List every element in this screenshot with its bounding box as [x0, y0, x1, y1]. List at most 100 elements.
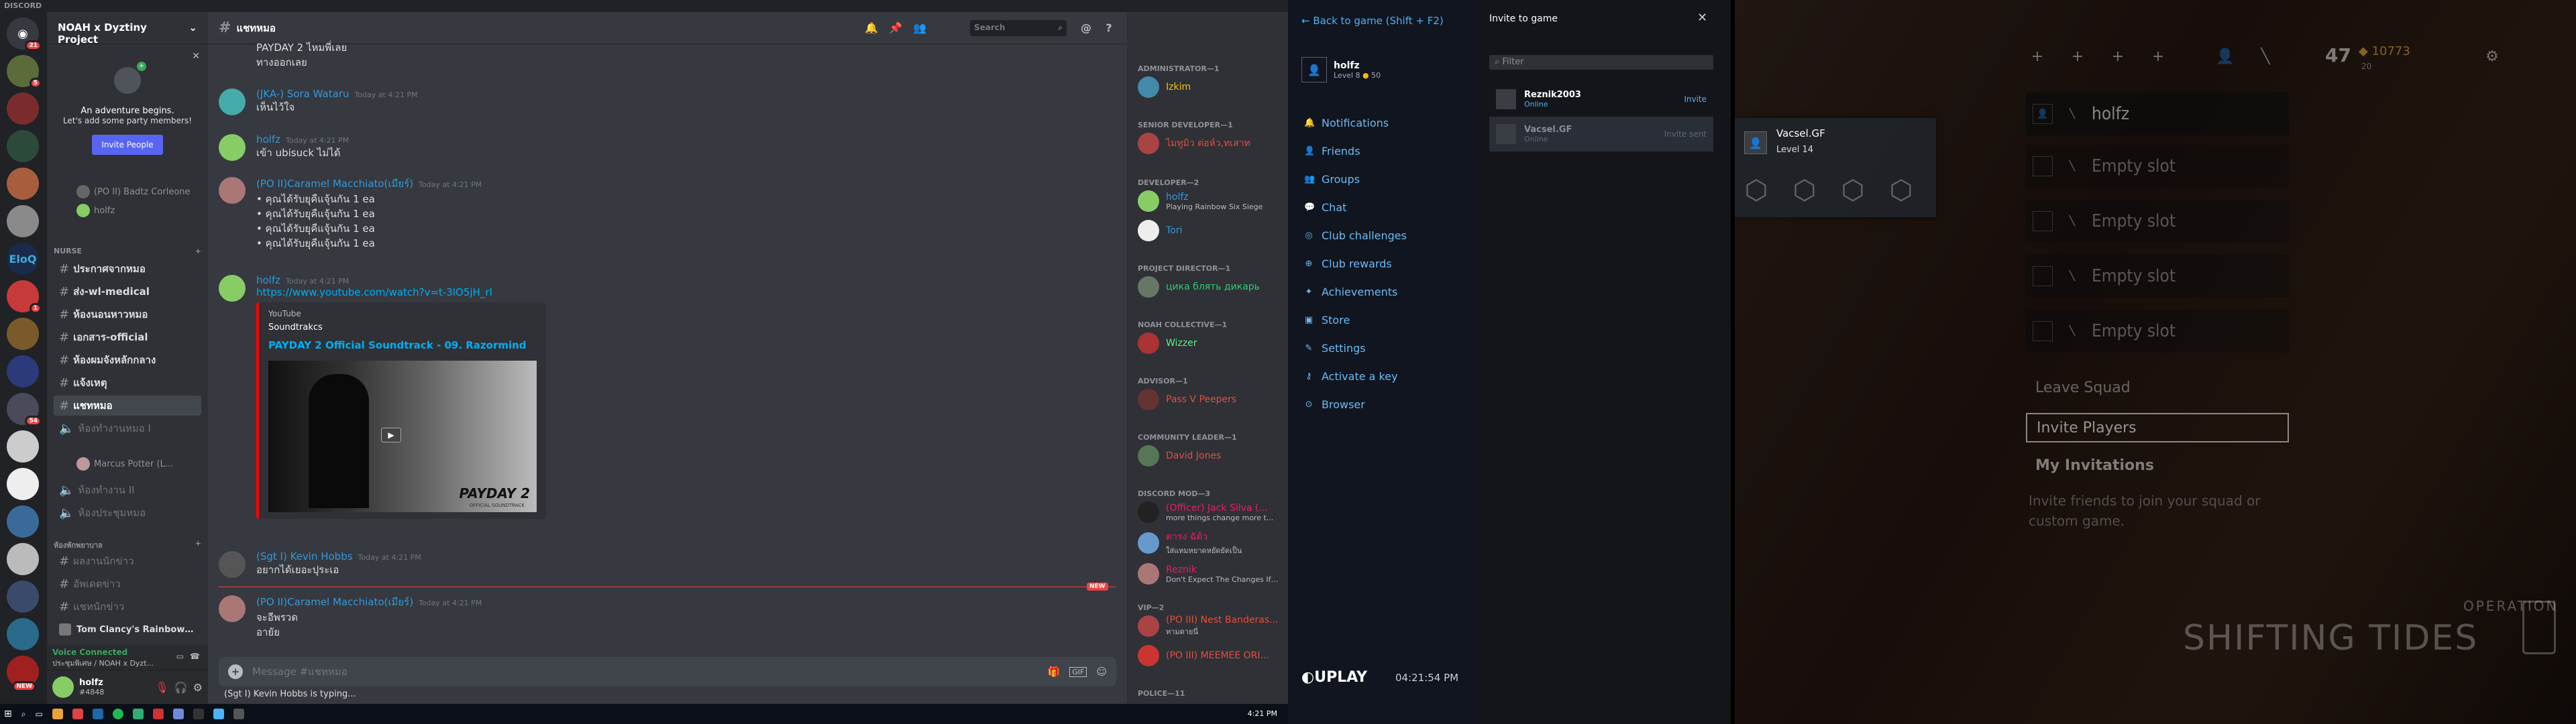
channel-item[interactable]: # ประกาศจากหมอ — [54, 259, 201, 279]
gift-icon[interactable]: 🎁 — [1048, 666, 1061, 678]
member-item[interactable]: Tori — [1138, 217, 1283, 244]
discord-icon[interactable] — [172, 709, 184, 719]
menu-activate-key[interactable]: ⚷ Activate a key — [1304, 370, 1397, 383]
members-icon[interactable]: 👥 — [912, 21, 927, 36]
plus-icon[interactable]: + — [2148, 47, 2168, 67]
gif-icon[interactable]: GIF — [1069, 666, 1087, 677]
emoji-icon[interactable]: ☺ — [1096, 666, 1107, 678]
taskbar-clock[interactable]: 4:21 PM — [1248, 709, 1277, 718]
server-icon[interactable] — [7, 168, 39, 200]
help-icon[interactable]: ? — [1102, 21, 1116, 36]
search-input[interactable]: Search ⌕ — [970, 20, 1067, 36]
server-icon[interactable] — [7, 618, 39, 650]
plus-icon[interactable]: + — [2108, 47, 2128, 67]
category-press[interactable]: ห้องพักพยาบาล + — [54, 539, 201, 551]
server-icon[interactable]: 54 — [7, 393, 42, 426]
menu-notifications[interactable]: 🔔 Notifications — [1304, 117, 1389, 129]
guild-header[interactable]: NOAH x Dyztiny Project ⌄ — [47, 12, 208, 46]
menu-browser[interactable]: ⊙ Browser — [1304, 398, 1365, 411]
server-icon[interactable] — [7, 430, 39, 463]
member-item[interactable]: Pass V Peepers — [1138, 386, 1283, 413]
app-icon[interactable] — [152, 709, 164, 719]
message-composer[interactable]: + Message #แชทหมอ 🎁 GIF ☺ — [219, 657, 1116, 686]
member-item[interactable]: Wizzer — [1138, 330, 1283, 357]
invite-button[interactable]: Invite — [1684, 95, 1707, 104]
mute-icon[interactable]: 🎙 — [155, 681, 168, 694]
server-icon[interactable] — [7, 355, 39, 387]
menu-club-challenges[interactable]: ◎ Club challenges — [1304, 229, 1407, 242]
line-icon[interactable] — [132, 709, 144, 719]
channel-item[interactable]: # อัพเดตข่าว — [54, 574, 201, 594]
voice-channel[interactable]: 🔈 ห้องประชุมหมอ — [54, 503, 201, 523]
squad-slot[interactable]: ╲ Empty slot — [2026, 255, 2289, 298]
avatar[interactable] — [52, 676, 74, 698]
message-input[interactable]: Message #แชทหมอ — [252, 664, 347, 680]
server-icon[interactable]: 5 — [7, 55, 42, 88]
squad-slot-leader[interactable]: 👤 ╲ holfz — [2026, 93, 2289, 135]
squad-slot[interactable]: ╲ Empty slot — [2026, 145, 2289, 188]
headphones-icon[interactable]: 🎧 — [174, 681, 188, 694]
voice-user[interactable]: (PO II) Badtz Corleone — [76, 185, 191, 198]
channel-item-selected[interactable]: # แชทหมอ — [54, 396, 201, 416]
disconnect-icon[interactable]: ☎ — [190, 652, 200, 661]
squad-slot[interactable]: ╲ Empty slot — [2026, 310, 2289, 353]
member-item[interactable]: David Jones — [1138, 442, 1283, 469]
category-nurse[interactable]: NURSE + — [54, 247, 201, 255]
invite-players-button[interactable]: Invite Players — [2026, 413, 2289, 442]
filter-input[interactable]: ⌕ Filter — [1489, 55, 1713, 70]
server-icon[interactable] — [7, 581, 39, 613]
upload-plus-icon[interactable]: + — [228, 664, 243, 679]
spotify-icon[interactable] — [112, 709, 123, 719]
voice-channel[interactable]: 🔈 ห้องทำงานหมอ I — [54, 418, 201, 438]
close-icon[interactable]: ✕ — [1697, 11, 1707, 25]
back-to-game-link[interactable]: ← Back to game (Shift + F2) — [1301, 15, 1444, 27]
member-item[interactable]: ไมทูมิว ต่อห์ว,ทเสาท — [1138, 130, 1283, 157]
voice-channel-name[interactable]: ประชุมพิเศษ / NOAH x Dyzt... — [52, 657, 160, 669]
voice-channel[interactable]: 🔈 ห้องทำงาน II — [54, 480, 201, 500]
windows-start-icon[interactable]: ⊞ — [4, 709, 12, 719]
plus-icon[interactable]: + — [2027, 47, 2047, 67]
menu-chat[interactable]: 💬 Chat — [1304, 201, 1346, 214]
server-icon[interactable]: 1 — [7, 280, 42, 314]
member-item[interactable]: holfz Playing Rainbow Six Siege — [1138, 188, 1283, 215]
member-item[interactable]: Reznik Don't Expect The Changes If St... — [1138, 560, 1283, 587]
bell-icon[interactable]: 🔔 — [864, 21, 879, 36]
vscode-icon[interactable] — [92, 709, 103, 719]
youtube-link[interactable]: https://www.youtube.com/watch?v=t-3lO5jH… — [256, 286, 1104, 298]
avatar[interactable] — [219, 177, 246, 204]
pin-icon[interactable]: 📌 — [888, 21, 903, 36]
sword-icon[interactable]: ╲ — [2255, 47, 2275, 67]
plus-icon[interactable]: + — [195, 247, 201, 255]
channel-item[interactable]: # เอกสาร-official — [54, 327, 201, 347]
channel-item[interactable]: # ผลงานนักข่าว — [54, 551, 201, 571]
menu-friends[interactable]: 👤 Friends — [1304, 145, 1360, 158]
member-item[interactable]: (PO III) Nest Banderas... ทามตายนี่ — [1138, 613, 1283, 640]
screen-share-icon[interactable]: ▭ — [176, 652, 184, 661]
player-profile-card[interactable]: 👤 Vacsel.GF Level 14 ⬡ ⬡ ⬡ ⬡ — [1735, 118, 1936, 217]
server-icon[interactable]: EloQ — [7, 243, 39, 275]
avatar[interactable] — [219, 595, 246, 622]
my-invitations-button[interactable]: My Invitations — [2026, 452, 2289, 481]
channel-item[interactable]: # แชทนักข่าว — [54, 597, 201, 617]
chrome-icon[interactable] — [72, 709, 83, 719]
profile-icon[interactable]: 👤 — [2215, 47, 2235, 67]
avatar[interactable] — [219, 275, 246, 302]
voice-user[interactable]: Marcus Potter (L... — [76, 457, 173, 471]
uplay-icon[interactable] — [213, 709, 224, 719]
steam-icon[interactable] — [193, 709, 204, 719]
server-icon[interactable] — [7, 505, 39, 538]
server-icon[interactable] — [7, 318, 39, 350]
menu-groups[interactable]: 👥 Groups — [1304, 173, 1360, 186]
settings-icon[interactable]: ⚙ — [2482, 47, 2502, 67]
channel-item[interactable]: # แจ้งเหตุ — [54, 373, 201, 393]
search-icon[interactable]: ⌕ — [21, 709, 26, 719]
task-view-icon[interactable]: ▭ — [35, 709, 42, 719]
avatar[interactable] — [219, 551, 246, 578]
play-icon[interactable]: ▶ — [381, 428, 401, 442]
server-icon[interactable]: ◉ 21 — [7, 17, 42, 51]
member-item[interactable]: цика блять дикарь — [1138, 274, 1283, 300]
menu-store[interactable]: ▣ Store — [1304, 314, 1350, 326]
member-item[interactable]: (PO III) MEEMEE ORI... — [1138, 642, 1283, 669]
game-activity-item[interactable]: Tom Clancy's Rainbow ... — [54, 619, 201, 640]
server-icon[interactable] — [7, 205, 39, 237]
